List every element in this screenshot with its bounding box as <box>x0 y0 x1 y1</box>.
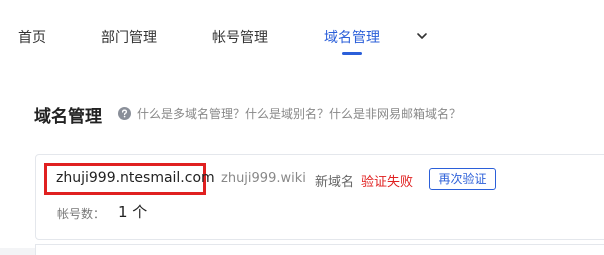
top-navigation: 首页 部门管理 帐号管理 域名管理 <box>0 0 604 64</box>
primary-domain: zhuji999.ntesmail.com <box>56 170 215 186</box>
alias-domain: zhuji999.wiki <box>221 171 306 186</box>
tab-home[interactable]: 首页 <box>18 27 46 47</box>
question-circle-icon[interactable] <box>118 107 131 120</box>
help-link[interactable]: 什么是多域名管理？什么是域别名？什么是非网易邮箱域名？ <box>137 105 461 122</box>
tab-account-management[interactable]: 帐号管理 <box>212 27 268 47</box>
page-title: 域名管理 <box>34 107 102 127</box>
tab-department-management[interactable]: 部门管理 <box>101 27 157 47</box>
next-domain-card <box>35 244 604 255</box>
account-count-value: 1 个 <box>118 203 148 221</box>
active-tab-indicator <box>342 52 362 55</box>
domain-type-label: 新域名 <box>315 175 355 190</box>
chevron-down-icon[interactable] <box>414 28 430 44</box>
reverify-button[interactable]: 再次验证 <box>429 168 496 190</box>
account-count-label: 帐号数： <box>57 207 106 221</box>
tab-domain-management[interactable]: 域名管理 <box>324 27 380 47</box>
verification-status: 验证失败 <box>361 175 414 190</box>
